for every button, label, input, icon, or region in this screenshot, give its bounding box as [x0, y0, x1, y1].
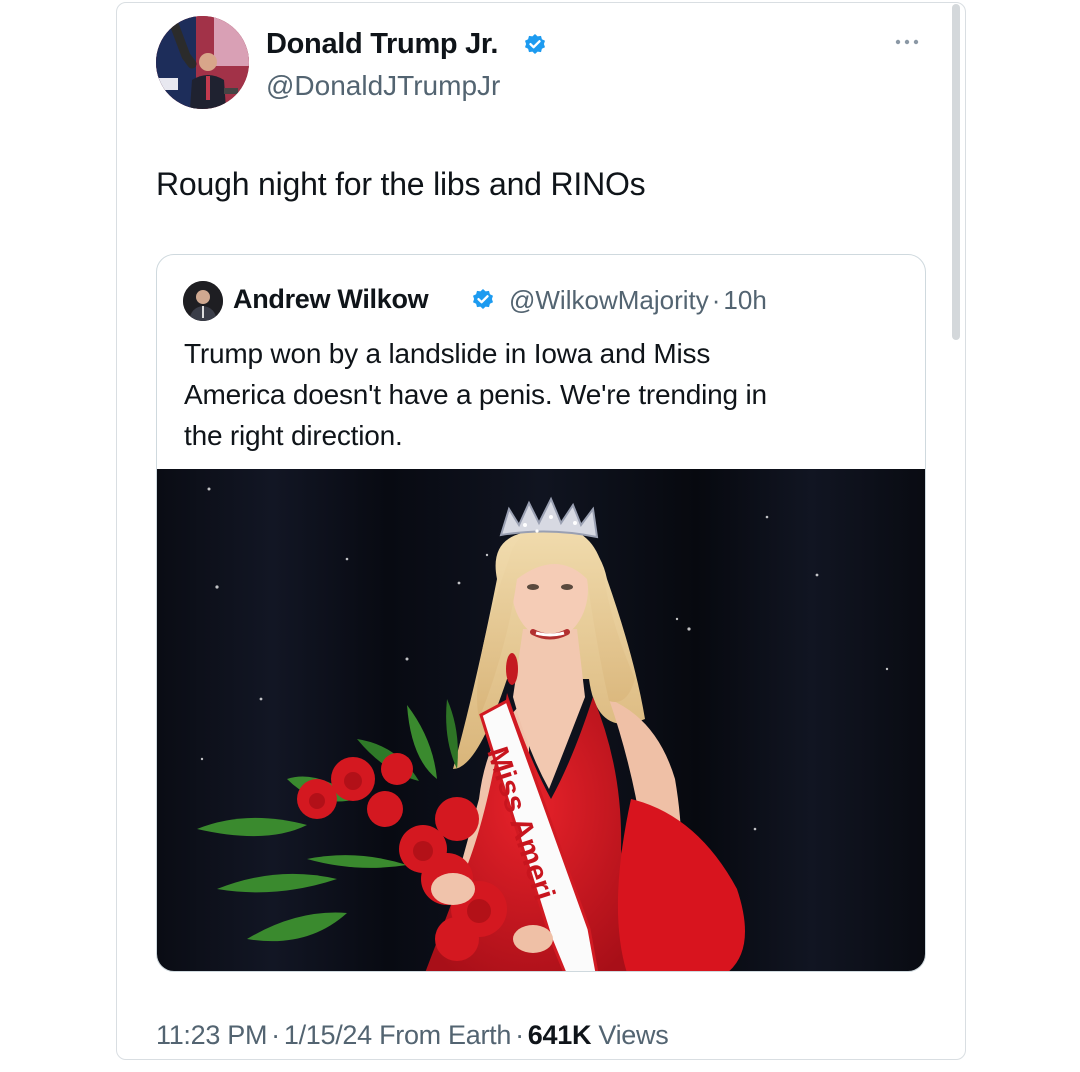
quoted-author-handle-and-age[interactable]: @WilkowMajority · 10h: [509, 285, 767, 316]
tweet-date[interactable]: 1/15/24: [284, 1020, 372, 1050]
quoted-tweet-age: 10h: [723, 285, 767, 315]
separator: ·: [271, 1020, 280, 1050]
tweet-meta: 11:23 PM · 1/15/24 From Earth · 641K Views: [156, 1020, 669, 1051]
author-avatar[interactable]: [156, 16, 249, 109]
more-options-icon[interactable]: [888, 32, 928, 52]
quoted-tweet-photo[interactable]: Miss Ameri: [157, 469, 926, 972]
author-handle[interactable]: @DonaldJTrumpJr: [266, 70, 500, 102]
separator: ·: [711, 285, 721, 315]
quoted-author-avatar[interactable]: [183, 281, 223, 321]
tweet-time[interactable]: 11:23 PM: [156, 1020, 267, 1050]
verified-badge-icon: [473, 289, 493, 309]
quoted-text-line: America doesn't have a penis. We're tren…: [184, 379, 767, 410]
scrollbar[interactable]: [952, 4, 960, 340]
quoted-text-line: Trump won by a landslide in Iowa and Mis…: [184, 338, 711, 369]
separator: ·: [515, 1020, 524, 1050]
quoted-text-line: the right direction.: [184, 420, 403, 451]
quoted-tweet-text: Trump won by a landslide in Iowa and Mis…: [184, 333, 904, 456]
verified-badge-icon: [525, 34, 545, 54]
quoted-tweet[interactable]: Andrew Wilkow @WilkowMajority · 10h Trump …: [156, 254, 926, 972]
views-count: 641K: [527, 1020, 592, 1050]
author-name[interactable]: Donald Trump Jr.: [266, 28, 498, 61]
quoted-author-name[interactable]: Andrew Wilkow: [233, 284, 429, 315]
tweet-text: Rough night for the libs and RINOs: [156, 166, 646, 202]
quoted-author-handle: @WilkowMajority: [509, 285, 709, 315]
views-label: Views: [598, 1020, 669, 1050]
tweet-source: From Earth: [379, 1020, 512, 1050]
